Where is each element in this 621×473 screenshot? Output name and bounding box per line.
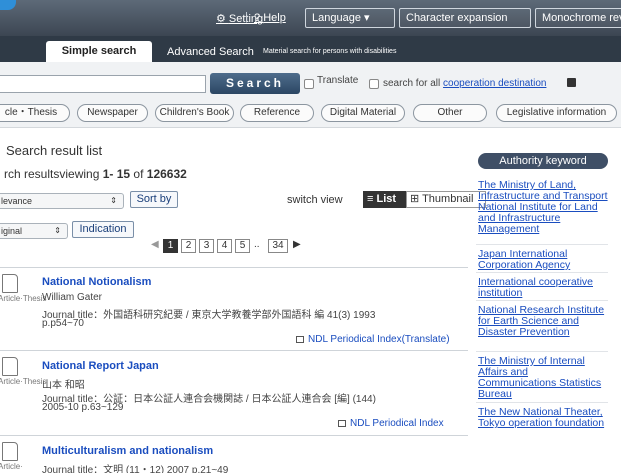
authority-link-statistics-bureau[interactable]: The Ministry of Internal Affairs and Com… <box>478 356 608 400</box>
page-ellipsis: .. <box>254 239 260 250</box>
item-title-link[interactable]: National Notionalism <box>42 276 151 288</box>
item-type-label: Article·Thesis <box>0 294 47 303</box>
item-pages: p.p54~70 <box>42 318 84 329</box>
filter-reference[interactable]: Reference <box>240 104 314 122</box>
result-total: 126632 <box>146 167 187 181</box>
gear-icon: ⚙ <box>216 13 229 25</box>
display-select-value: iginal <box>1 226 23 236</box>
item-divider <box>0 267 468 268</box>
grid-icon: ⊞ <box>410 193 423 205</box>
sort-select[interactable]: levance ⇕ <box>0 193 124 209</box>
item-title-link[interactable]: Multiculturalism and nationalism <box>42 445 213 457</box>
sort-by-button[interactable]: Sort by <box>130 191 178 208</box>
item-type-label: Article· <box>0 462 23 471</box>
page-1[interactable]: 1 <box>163 239 178 253</box>
authority-divider <box>476 272 608 273</box>
corner-decoration <box>0 0 16 10</box>
view-thumbnail-button[interactable]: ⊞ Thumbnail <box>406 191 486 208</box>
ndl-index-link[interactable]: NDL Periodical Index <box>338 418 444 429</box>
page-3[interactable]: 3 <box>199 239 214 253</box>
display-select[interactable]: iginal ⇕ <box>0 223 68 239</box>
authority-link-new-national-theater[interactable]: The New National Theater, Tokyo operatio… <box>478 407 608 429</box>
character-expansion-button[interactable]: Character expansion <box>399 8 531 28</box>
view-thumbnail-label: Thumbnail <box>422 193 474 205</box>
authority-divider <box>476 402 608 403</box>
document-icon <box>2 274 18 293</box>
external-link-icon <box>296 335 304 343</box>
page-34[interactable]: 34 <box>268 239 288 253</box>
authority-link-international-cooperative[interactable]: International cooperative institution <box>478 277 608 299</box>
authority-link-nied[interactable]: National Research Institute for Earth Sc… <box>478 305 608 338</box>
tab-advanced-search[interactable]: Advanced Search <box>167 46 254 58</box>
tab-simple-search[interactable]: Simple search <box>46 41 152 62</box>
search-input[interactable] <box>0 75 206 93</box>
page-5[interactable]: 5 <box>235 239 250 253</box>
filter-childrens-book[interactable]: Children's Book <box>155 104 234 122</box>
topbar-divider: | <box>245 11 248 23</box>
authority-divider <box>476 351 608 352</box>
ndl-index-link-label: NDL Periodical Index <box>350 418 444 429</box>
authority-link-jica[interactable]: Japan International Corporation Agency <box>478 249 608 271</box>
authority-keyword-heading: Authority keyword <box>478 153 608 169</box>
authority-divider <box>476 244 608 245</box>
chevron-down-icon: ▾ <box>364 12 370 24</box>
help-link[interactable]: ? Help <box>254 12 286 24</box>
authority-link-mlit[interactable]: The Ministry of Land, Infrastructure and… <box>478 180 608 235</box>
result-of: of <box>133 167 144 181</box>
help-label: Help <box>263 12 286 24</box>
filter-article-thesis[interactable]: cle・Thesis <box>0 104 70 122</box>
item-journal: Journal title：外国語科研究紀要 / 東京大学教養学部外国語科 編 … <box>42 310 376 321</box>
cooperation-checkbox[interactable] <box>369 79 379 89</box>
select-arrow-icon: ⇕ <box>110 196 117 205</box>
result-list-title: Search result list <box>6 143 103 158</box>
indication-button[interactable]: Indication <box>72 221 134 238</box>
item-author: William Gater <box>42 292 103 303</box>
prev-page-arrow-icon[interactable]: ◀ <box>151 239 159 250</box>
sort-select-value: levance <box>1 196 33 206</box>
filter-newspaper[interactable]: Newspaper <box>77 104 148 122</box>
item-pages: 2005-10 p.63~129 <box>42 402 124 413</box>
book-icon[interactable] <box>567 78 576 87</box>
ndl-index-translate-link[interactable]: NDL Periodical Index(Translate) <box>296 334 450 345</box>
view-list-button[interactable]: ≡ List <box>363 191 406 208</box>
view-list-label: List <box>376 193 397 205</box>
item-divider <box>0 435 468 436</box>
result-range: 1- 15 <box>102 167 131 181</box>
item-author: 山本 和昭 <box>42 380 85 391</box>
result-count: rch resultsviewing 1- 15 of 126632 <box>4 167 187 181</box>
page-2[interactable]: 2 <box>181 239 196 253</box>
document-icon <box>2 442 18 461</box>
item-divider <box>0 350 468 351</box>
switch-view-label: switch view <box>287 194 343 206</box>
external-link-icon <box>338 419 346 427</box>
language-label: Language <box>312 12 361 24</box>
filter-other[interactable]: Other <box>413 104 487 122</box>
item-type-label: Article·Thesis <box>0 377 47 386</box>
tab-disabilities-search[interactable]: Material search for persons with disabil… <box>263 48 396 55</box>
translate-label: Translate <box>317 75 359 86</box>
cooperation-destination-link[interactable]: cooperation destination <box>443 78 546 89</box>
page-4[interactable]: 4 <box>217 239 232 253</box>
filter-legislative-information[interactable]: Legislative information <box>496 104 617 122</box>
authority-divider <box>476 300 608 301</box>
ndl-index-link-label: NDL Periodical Index(Translate) <box>308 334 450 345</box>
item-title-link[interactable]: National Report Japan <box>42 360 159 372</box>
search-button[interactable]: Search <box>210 73 300 94</box>
language-button[interactable]: Language ▾ <box>305 8 395 28</box>
next-page-arrow-icon[interactable]: ▶ <box>293 239 301 250</box>
result-count-prefix: rch resultsviewing <box>4 167 100 181</box>
item-journal: Journal title：文明 (11・12) 2007 p.21~49 <box>42 465 229 473</box>
filter-digital-material[interactable]: Digital Material <box>321 104 405 122</box>
select-arrow-icon: ⇕ <box>54 226 61 235</box>
cooperation-label: search for all cooperation destination <box>383 78 546 89</box>
document-icon <box>2 357 18 376</box>
translate-checkbox[interactable] <box>304 79 314 89</box>
help-icon: ? <box>254 12 264 24</box>
cooperation-prefix: search for all <box>383 78 444 89</box>
monochrome-reverse-button[interactable]: Monochrome reverse <box>535 8 621 28</box>
